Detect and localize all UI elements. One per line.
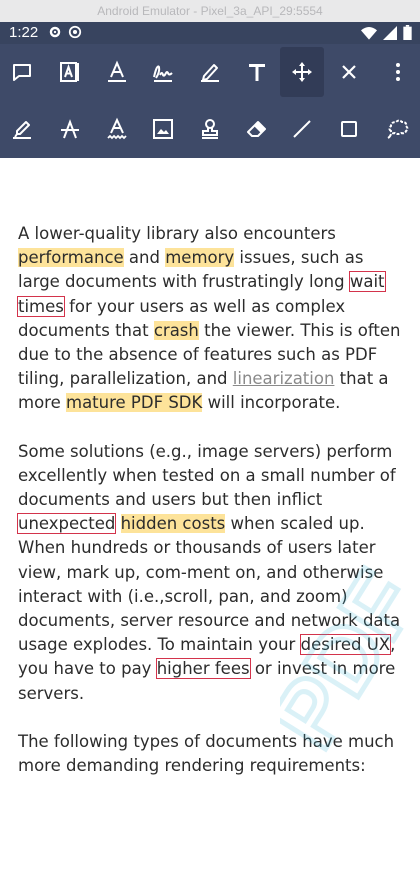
underline-tool[interactable] — [95, 47, 139, 97]
highlighter-tool[interactable] — [0, 104, 44, 154]
text-tool[interactable] — [235, 47, 279, 97]
square-tool[interactable] — [327, 104, 371, 154]
window-title: Android Emulator - Pixel_3a_API_29:5554 — [0, 0, 420, 22]
highlight-annotation[interactable]: performance — [18, 248, 124, 268]
document-paragraph: A lower-quality library also encounters … — [17, 222, 408, 416]
rectangle-annotation[interactable]: desired UX — [299, 634, 392, 656]
freetext-tool[interactable] — [48, 47, 92, 97]
squiggly-tool[interactable] — [95, 104, 139, 154]
text-icon — [249, 64, 265, 81]
document-page: A lower-quality library also encounters … — [16, 222, 408, 802]
stamp-tool[interactable] — [188, 104, 232, 154]
highlight-annotation[interactable]: mature PDF SDK — [66, 393, 203, 413]
signal-icon — [383, 25, 397, 40]
pen-tool[interactable] — [188, 47, 232, 97]
comment-icon — [13, 64, 31, 81]
status-bar: 1:22 — [0, 22, 420, 44]
signature-tool[interactable] — [141, 47, 185, 97]
close-tool[interactable] — [327, 47, 371, 97]
freetext-icon — [60, 62, 79, 82]
body-text — [115, 514, 120, 533]
eraser-tool[interactable] — [235, 104, 279, 154]
highlight-annotation[interactable]: crash — [153, 320, 199, 340]
annotation-toolbar — [0, 44, 420, 158]
toolbar-row-1 — [0, 44, 420, 101]
body-text: and — [123, 248, 166, 268]
rectangle-annotation[interactable]: unexpected — [16, 513, 117, 535]
text-underline-icon — [108, 60, 126, 82]
status-time: 1:22 — [9, 24, 39, 41]
body-text: will incorporate. — [202, 393, 341, 413]
document-paragraph: The following types of documents have mu… — [18, 730, 408, 778]
line-icon — [293, 120, 311, 138]
gear-icon — [49, 26, 61, 38]
cloud-tool[interactable] — [376, 104, 420, 154]
body-text: when scaled up. When hundreds or thousan… — [18, 514, 401, 655]
move-tool[interactable] — [280, 47, 324, 97]
squiggly-icon — [107, 117, 127, 140]
body-text: A lower-quality library also encounters — [18, 224, 336, 243]
wifi-icon — [361, 26, 377, 40]
document-link[interactable]: linearization — [233, 369, 335, 388]
highlight-annotation[interactable]: memory — [165, 248, 235, 268]
signature-icon — [153, 65, 173, 82]
strikeout-icon — [61, 119, 79, 139]
toolbar-row-2 — [0, 101, 420, 158]
comment-tool[interactable] — [0, 47, 44, 97]
pen-icon — [201, 64, 219, 82]
more-vert-icon — [396, 63, 400, 81]
document-paragraph: Some solutions (e.g., image servers) per… — [16, 440, 408, 706]
highlighter-icon — [13, 121, 31, 139]
highlight-annotation[interactable]: hidden costs — [120, 514, 226, 534]
rectangle-annotation[interactable]: higher fees — [155, 658, 251, 680]
body-text: The following types of documents have mu… — [18, 731, 395, 776]
close-icon — [342, 65, 356, 79]
body-text: Some solutions (e.g., image servers) per… — [18, 441, 396, 510]
more-tool[interactable] — [376, 47, 420, 97]
battery-icon — [403, 25, 412, 40]
image-icon — [153, 119, 173, 139]
strikeout-tool[interactable] — [48, 104, 92, 154]
cloud-icon — [387, 119, 409, 139]
move-icon — [292, 62, 312, 82]
line-tool[interactable] — [280, 104, 324, 154]
at-icon — [68, 25, 82, 39]
image-tool[interactable] — [141, 104, 185, 154]
eraser-icon — [247, 121, 266, 137]
stamp-icon — [202, 119, 218, 139]
square-icon — [341, 121, 357, 137]
